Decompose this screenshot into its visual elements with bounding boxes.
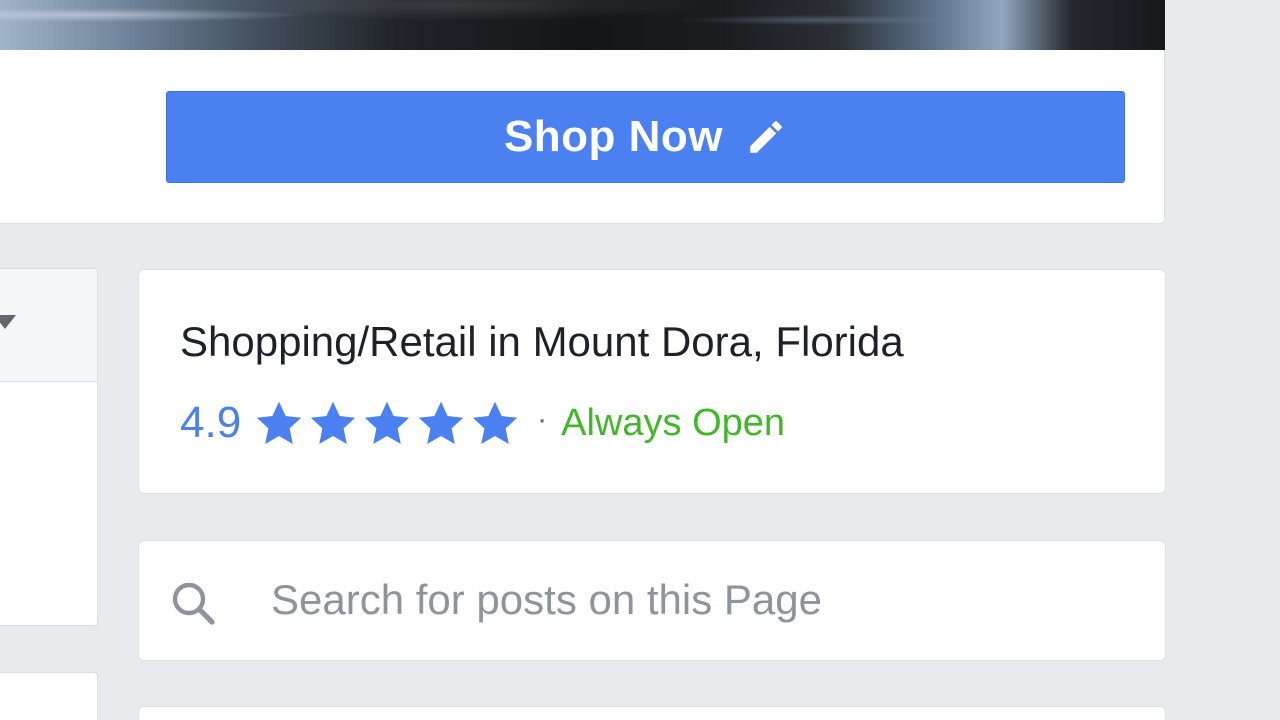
pencil-icon[interactable] bbox=[745, 116, 787, 158]
shop-now-button[interactable]: Shop Now bbox=[166, 91, 1125, 183]
page: Shop Now Shopping/Retail in Mount Dora, … bbox=[0, 0, 1280, 720]
page-search-card bbox=[138, 540, 1166, 661]
left-sidebar-card bbox=[0, 268, 98, 626]
star-icon bbox=[471, 400, 519, 446]
next-card bbox=[138, 706, 1166, 720]
star-icon bbox=[363, 400, 411, 446]
search-icon bbox=[169, 579, 217, 632]
rating-value[interactable]: 4.9 bbox=[180, 398, 241, 448]
star-rating[interactable] bbox=[255, 400, 525, 446]
page-info-card: Shopping/Retail in Mount Dora, Florida 4… bbox=[138, 269, 1166, 494]
page-header-card: Shop Now bbox=[0, 0, 1165, 224]
cover-photo[interactable] bbox=[0, 0, 1165, 50]
page-category[interactable]: Shopping/Retail in Mount Dora, Florida bbox=[180, 318, 904, 366]
caret-down-icon[interactable] bbox=[0, 315, 16, 336]
shop-now-label: Shop Now bbox=[503, 112, 724, 161]
search-input[interactable] bbox=[271, 569, 1131, 631]
star-icon bbox=[255, 400, 303, 446]
star-icon bbox=[417, 400, 465, 446]
star-icon bbox=[309, 400, 357, 446]
left-sidebar-card-2 bbox=[0, 672, 98, 720]
separator-dot: · bbox=[537, 403, 548, 436]
hours-status[interactable]: Always Open bbox=[561, 402, 785, 445]
rating-row: 4.9 · Always Open bbox=[180, 398, 785, 448]
